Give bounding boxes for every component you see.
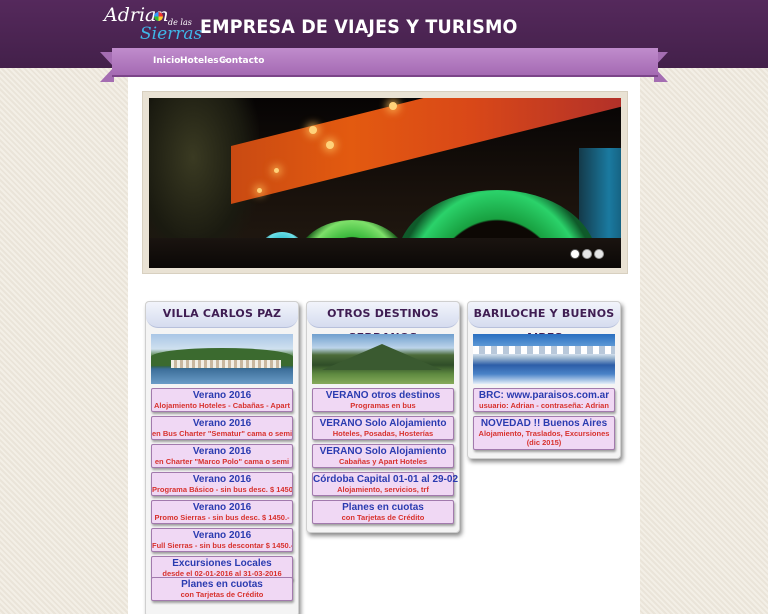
- promo-title: VERANO Solo Alojamiento: [319, 446, 447, 457]
- slider-dot[interactable]: [570, 249, 580, 259]
- street-lamp: [274, 168, 279, 173]
- promo-title: BRC: www.paraisos.com.ar: [478, 390, 610, 401]
- promo-subtitle: Programas en bus: [350, 401, 416, 410]
- promo-button[interactable]: VERANO Solo Alojamiento Cabañas y Apart …: [312, 444, 454, 468]
- promo-title: Planes en cuotas: [342, 502, 424, 513]
- nav-item-inicio[interactable]: Inicio: [153, 56, 180, 66]
- promo-title: VERANO otros destinos: [325, 390, 441, 401]
- promo-button[interactable]: BRC: www.paraisos.com.ar usuario: Adrian…: [473, 388, 615, 412]
- column-otros-destinos-serranos: OTROS DESTINOS SERRANOS VERANO otros des…: [306, 301, 460, 533]
- main-nav: Inicio Hoteles » Contacto: [112, 48, 658, 77]
- promo-title: Verano 2016: [192, 446, 252, 457]
- promo-button[interactable]: Verano 2016 Alojamiento Hoteles - Cabaña…: [151, 388, 293, 412]
- promo-title: Excursiones Locales: [172, 558, 272, 569]
- promo-subtitle: en Charter "Marco Polo" cama o semi: [154, 457, 290, 466]
- bariloche-lake-image: [473, 334, 615, 384]
- promo-title: VERANO Solo Alojamiento: [319, 418, 447, 429]
- promo-title: Planes en cuotas: [181, 579, 263, 590]
- promo-button[interactable]: Verano 2016 en Charter "Marco Polo" cama…: [151, 444, 293, 468]
- logo-text-sierras: Sierras: [140, 24, 203, 44]
- column-bariloche-buenos-aires: BARILOCHE Y BUENOS AIRES BRC: www.parais…: [467, 301, 621, 459]
- promo-subtitle: Alojamiento Hoteles - Cabañas - Apart: [154, 401, 290, 410]
- promo-subtitle: Full Sierras - sin bus descontar $ 1450.…: [152, 541, 292, 550]
- villa-carlos-paz-image: [151, 334, 293, 384]
- street-lamp: [257, 188, 262, 193]
- promo-button[interactable]: Planes en cuotas con Tarjetas de Crédito: [312, 500, 454, 524]
- promo-subtitle: con Tarjetas de Crédito: [180, 590, 264, 599]
- promo-title: Verano 2016: [192, 418, 252, 429]
- slider-image-illuminated-bridge[interactable]: [149, 98, 621, 268]
- promo-subtitle: Promo Sierras - sin bus desc. $ 1450.-: [154, 513, 290, 522]
- promo-button[interactable]: VERANO otros destinos Programas en bus: [312, 388, 454, 412]
- river: [149, 238, 621, 268]
- promo-subtitle: usuario: Adrian - contraseña: Adrian: [479, 401, 609, 410]
- column-villa-carlos-paz: VILLA CARLOS PAZ Verano 2016 Alojamiento…: [145, 301, 299, 614]
- promo-title: Verano 2016: [192, 474, 252, 485]
- column-title: VILLA CARLOS PAZ: [146, 302, 298, 328]
- street-lamp: [326, 141, 334, 149]
- promo-subtitle: Alojamiento, Traslados, Excursiones (dic…: [478, 429, 610, 447]
- promo-button[interactable]: NOVEDAD !! Buenos Aires Alojamiento, Tra…: [473, 416, 615, 450]
- slider-dots: [570, 246, 606, 264]
- promo-subtitle: Hoteles, Posadas, Hosterías: [332, 429, 434, 438]
- promo-title: Verano 2016: [192, 530, 252, 541]
- site-logo[interactable]: Adrian de las Sierras: [104, 4, 202, 46]
- street-lamp: [389, 102, 397, 110]
- promo-subtitle: con Tarjetas de Crédito: [341, 513, 425, 522]
- site-title: EMPRESA DE VIAJES Y TURISMO: [200, 16, 518, 38]
- promo-button[interactable]: Verano 2016 en Bus Charter "Sematur" cam…: [151, 416, 293, 440]
- column-title: OTROS DESTINOS SERRANOS: [307, 302, 459, 344]
- promo-button[interactable]: Córdoba Capital 01-01 al 29-02 Alojamien…: [312, 472, 459, 496]
- promo-button[interactable]: Verano 2016 Promo Sierras - sin bus desc…: [151, 500, 293, 524]
- column-title: BARILOCHE Y BUENOS AIRES: [468, 302, 620, 344]
- promo-title: Verano 2016: [192, 502, 252, 513]
- promo-title: Córdoba Capital 01-01 al 29-02: [313, 474, 459, 485]
- promo-button[interactable]: Verano 2016 Programa Básico - sin bus de…: [151, 472, 293, 496]
- promo-subtitle: en Bus Charter "Sematur" cama o semi: [152, 429, 292, 438]
- slider-dot[interactable]: [594, 249, 604, 259]
- nav-item-contacto[interactable]: Contacto: [219, 56, 264, 66]
- street-lamp: [309, 126, 317, 134]
- slider-dot[interactable]: [582, 249, 592, 259]
- promo-button[interactable]: VERANO Solo Alojamiento Hoteles, Posadas…: [312, 416, 454, 440]
- sierras-mountains-image: [312, 334, 454, 384]
- promo-title: Verano 2016: [192, 390, 252, 401]
- logo-color-dot-icon: [154, 12, 163, 21]
- promo-subtitle: Programa Básico - sin bus desc. $ 1450: [152, 485, 292, 494]
- promo-button[interactable]: Planes en cuotas con Tarjetas de Crédito: [151, 577, 293, 601]
- promo-title: NOVEDAD !! Buenos Aires: [480, 418, 608, 429]
- promo-button[interactable]: Verano 2016 Full Sierras - sin bus desco…: [151, 528, 293, 552]
- promo-subtitle: Cabañas y Apart Hoteles: [338, 457, 428, 466]
- promo-subtitle: Alojamiento, servicios, trf: [337, 485, 429, 494]
